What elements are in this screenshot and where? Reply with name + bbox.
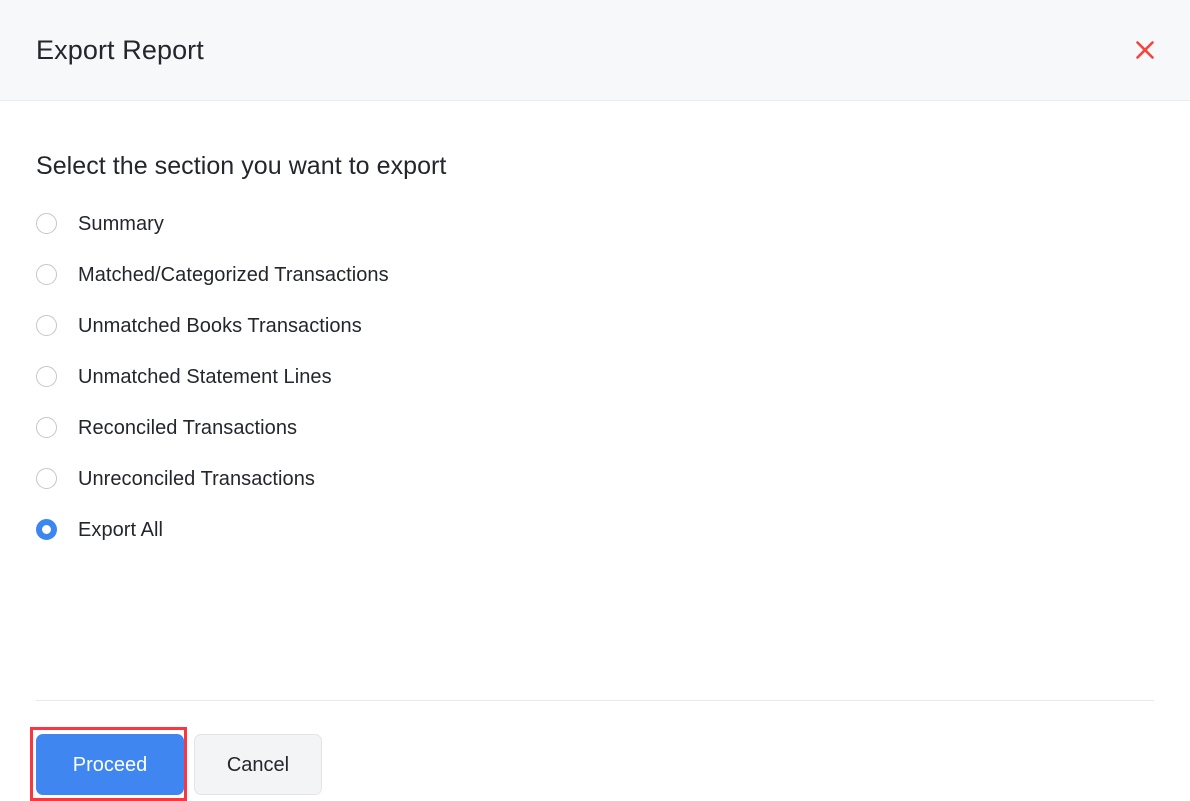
radio-option-summary[interactable]: Summary	[36, 207, 1154, 241]
radio-indicator[interactable]	[36, 468, 57, 489]
radio-option-label: Reconciled Transactions	[78, 416, 298, 439]
radio-option-matched-categorized-transactions[interactable]: Matched/Categorized Transactions	[36, 258, 1154, 292]
page-title: Export Report	[36, 34, 204, 65]
radio-option-label: Summary	[78, 212, 164, 235]
radio-indicator[interactable]	[36, 264, 57, 285]
proceed-button[interactable]: Proceed	[36, 734, 184, 795]
radio-option-label: Unreconciled Transactions	[78, 467, 315, 490]
radio-option-label: Unmatched Books Transactions	[78, 314, 362, 337]
cancel-button[interactable]: Cancel	[194, 734, 322, 795]
section-heading: Select the section you want to export	[36, 152, 447, 180]
radio-indicator[interactable]	[36, 315, 57, 336]
dialog-body: Select the section you want to export Su…	[0, 101, 1190, 801]
radio-option-export-all[interactable]: Export All	[36, 513, 1154, 547]
radio-indicator[interactable]	[36, 213, 57, 234]
radio-option-unmatched-books-transactions[interactable]: Unmatched Books Transactions	[36, 309, 1154, 343]
radio-indicator[interactable]	[36, 417, 57, 438]
radio-option-unreconciled-transactions[interactable]: Unreconciled Transactions	[36, 462, 1154, 496]
radio-indicator[interactable]	[36, 366, 57, 387]
radio-option-label: Export All	[78, 518, 163, 541]
footer-divider	[36, 700, 1154, 701]
radio-indicator-selected[interactable]	[36, 519, 57, 540]
dialog-header: Export Report	[0, 0, 1190, 101]
export-section-radio-group[interactable]: Summary Matched/Categorized Transactions…	[36, 207, 1154, 547]
radio-option-unmatched-statement-lines[interactable]: Unmatched Statement Lines	[36, 360, 1154, 394]
export-report-dialog: Export Report Select the section you wan…	[0, 0, 1190, 801]
radio-option-label: Unmatched Statement Lines	[78, 365, 332, 388]
dialog-footer: Proceed Cancel	[36, 734, 322, 795]
close-x-icon	[1134, 39, 1156, 61]
radio-option-label: Matched/Categorized Transactions	[78, 263, 389, 286]
close-button[interactable]	[1128, 33, 1162, 67]
radio-option-reconciled-transactions[interactable]: Reconciled Transactions	[36, 411, 1154, 445]
